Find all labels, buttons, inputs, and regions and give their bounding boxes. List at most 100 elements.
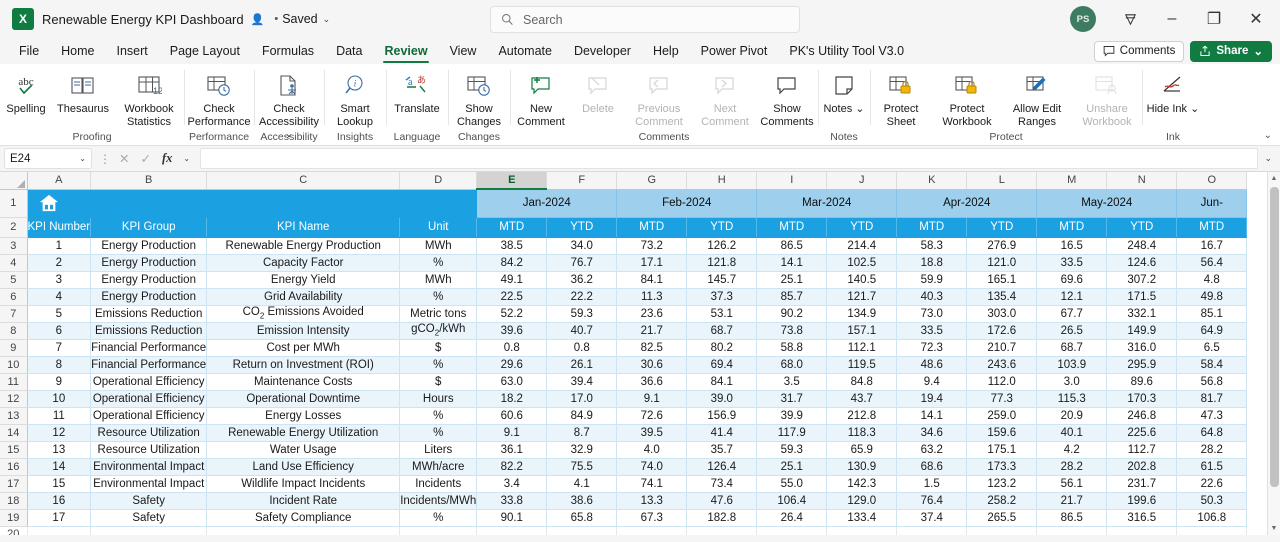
ribbon-button-show-changes[interactable]: Show Changes: [448, 67, 510, 128]
expand-formula-bar-icon[interactable]: ⌄: [1264, 153, 1280, 164]
formula-bar-grip[interactable]: ⋮: [99, 152, 112, 166]
table-row[interactable]: 14 12 Resource Utilization Renewable Energy…: [0, 424, 1248, 442]
dashboard-home-cell[interactable]: [27, 189, 478, 218]
share-button[interactable]: Share ⌄: [1190, 40, 1272, 62]
cell-kpi-name[interactable]: Energy Losses: [206, 407, 401, 425]
row-header-19[interactable]: 19: [0, 509, 28, 527]
vertical-scrollbar[interactable]: ▲ ▼: [1267, 172, 1280, 535]
cell-kpi-number[interactable]: 13: [27, 441, 92, 459]
cell-value[interactable]: 26.1: [546, 356, 618, 374]
cell-kpi-group[interactable]: Safety: [90, 492, 208, 510]
cell-value[interactable]: 9.4: [896, 373, 968, 391]
table-row[interactable]: 5 3 Energy Production Energy Yield MWh 49.1 36…: [0, 271, 1248, 289]
cell-value[interactable]: 37.4: [896, 509, 968, 527]
cell-value[interactable]: 4.8: [1176, 271, 1248, 289]
cell-value[interactable]: 149.9: [1106, 322, 1178, 340]
cell-value[interactable]: 17.1: [616, 254, 688, 272]
cell-value[interactable]: 121.0: [966, 254, 1038, 272]
cell-value[interactable]: 61.5: [1176, 458, 1248, 476]
table-row[interactable]: 17 15 Environmental Impact Wildlife Impact …: [0, 475, 1248, 493]
cell-value[interactable]: 106.8: [1176, 509, 1248, 527]
column-header-k[interactable]: K: [896, 172, 968, 190]
ribbon-button-check-accessibility[interactable]: Check Accessibility ⌄: [254, 67, 324, 141]
cell-kpi-number[interactable]: 16: [27, 492, 92, 510]
cell-value[interactable]: 3.0: [1036, 373, 1108, 391]
cell-value[interactable]: 73.8: [756, 322, 828, 340]
column-header-h[interactable]: H: [686, 172, 758, 190]
cell-value[interactable]: 118.3: [826, 424, 898, 442]
cell-value[interactable]: 65.9: [826, 441, 898, 459]
cell-value[interactable]: 210.7: [966, 339, 1038, 357]
cell-unit[interactable]: MWh: [399, 271, 478, 289]
table-row[interactable]: 12 10 Operational Efficiency Operational Do…: [0, 390, 1248, 408]
cell-kpi-number[interactable]: 1: [27, 237, 92, 255]
cell-kpi-number[interactable]: 7: [27, 339, 92, 357]
table-row[interactable]: 15 13 Resource Utilization Water Usage Liter…: [0, 441, 1248, 459]
cell-value[interactable]: 68.6: [896, 458, 968, 476]
fx-chevron-down-icon[interactable]: ⌄: [183, 154, 190, 163]
cell-value[interactable]: 74.0: [616, 458, 688, 476]
cell-kpi-group[interactable]: Environmental Impact: [90, 458, 208, 476]
cell-value[interactable]: 39.6: [476, 322, 548, 340]
cell-value[interactable]: 64.9: [1176, 322, 1248, 340]
cell-value[interactable]: 202.8: [1106, 458, 1178, 476]
cell-kpi-number[interactable]: 10: [27, 390, 92, 408]
cell-value[interactable]: 265.5: [966, 509, 1038, 527]
cell-value[interactable]: 40.3: [896, 288, 968, 306]
cell-value[interactable]: 74.1: [616, 475, 688, 493]
cell-value[interactable]: 63.0: [476, 373, 548, 391]
cell-value[interactable]: 30.6: [616, 356, 688, 374]
cell-kpi-number[interactable]: 14: [27, 458, 92, 476]
row-header-8[interactable]: 8: [0, 322, 28, 340]
cell-value[interactable]: 140.5: [826, 271, 898, 289]
cell-value[interactable]: 33.8: [476, 492, 548, 510]
table-row[interactable]: 9 7 Financial Performance Cost per MWh $0.8 0…: [0, 339, 1248, 357]
cell-kpi-name[interactable]: Maintenance Costs: [206, 373, 401, 391]
cell-value[interactable]: 58.4: [1176, 356, 1248, 374]
scroll-down-button[interactable]: ▼: [1268, 522, 1280, 535]
cell-value[interactable]: 117.9: [756, 424, 828, 442]
cell-value[interactable]: 22.5: [476, 288, 548, 306]
cell-kpi-group[interactable]: Environmental Impact: [90, 475, 208, 493]
cell-value[interactable]: 316.0: [1106, 339, 1178, 357]
restore-button[interactable]: ❐: [1194, 3, 1234, 35]
cell-unit[interactable]: %: [399, 424, 478, 442]
cell-value[interactable]: 47.6: [686, 492, 758, 510]
insert-function-icon[interactable]: fx: [162, 151, 172, 166]
cell-kpi-group[interactable]: Energy Production: [90, 271, 208, 289]
cell-kpi-group[interactable]: Energy Production: [90, 237, 208, 255]
cell-value[interactable]: 303.0: [966, 305, 1038, 323]
cell-value[interactable]: 58.8: [756, 339, 828, 357]
cell-value[interactable]: 9.1: [476, 424, 548, 442]
cell-value[interactable]: 76.7: [546, 254, 618, 272]
empty-cell[interactable]: [826, 526, 898, 535]
row-header-11[interactable]: 11: [0, 373, 28, 391]
ribbon-button-new-comment[interactable]: New Comment: [510, 67, 572, 128]
cell-value[interactable]: 11.3: [616, 288, 688, 306]
row-header-1[interactable]: 1: [0, 189, 28, 218]
row-header-14[interactable]: 14: [0, 424, 28, 442]
cell-kpi-name[interactable]: Wildlife Impact Incidents: [206, 475, 401, 493]
row-header-7[interactable]: 7: [0, 305, 28, 323]
cell-value[interactable]: 175.1: [966, 441, 1038, 459]
cell-kpi-group[interactable]: Operational Efficiency: [90, 373, 208, 391]
cell-kpi-name[interactable]: Renewable Energy Production: [206, 237, 401, 255]
column-header-b[interactable]: B: [90, 172, 208, 190]
cell-kpi-name[interactable]: Grid Availability: [206, 288, 401, 306]
cell-kpi-group[interactable]: Emissions Reduction: [90, 305, 208, 323]
cell-value[interactable]: 76.4: [896, 492, 968, 510]
cell-value[interactable]: 103.9: [1036, 356, 1108, 374]
row-header-12[interactable]: 12: [0, 390, 28, 408]
tab-insert[interactable]: Insert: [106, 38, 159, 64]
column-header-c[interactable]: C: [206, 172, 401, 190]
cell-value[interactable]: 40.7: [546, 322, 618, 340]
table-row[interactable]: 19 17 Safety Safety Compliance% 90.1 65.8 67.3…: [0, 509, 1248, 527]
table-row[interactable]: 18 16 Safety Incident Rate Incidents/MWh 33.8…: [0, 492, 1248, 510]
cell-unit[interactable]: gCO2/kWh: [399, 322, 478, 340]
formula-input[interactable]: [200, 148, 1259, 169]
cell-unit[interactable]: %: [399, 407, 478, 425]
cell-unit[interactable]: MWh: [399, 237, 478, 255]
row-header-20[interactable]: 20: [0, 526, 28, 535]
cell-value[interactable]: 59.3: [546, 305, 618, 323]
cell-value[interactable]: 124.6: [1106, 254, 1178, 272]
